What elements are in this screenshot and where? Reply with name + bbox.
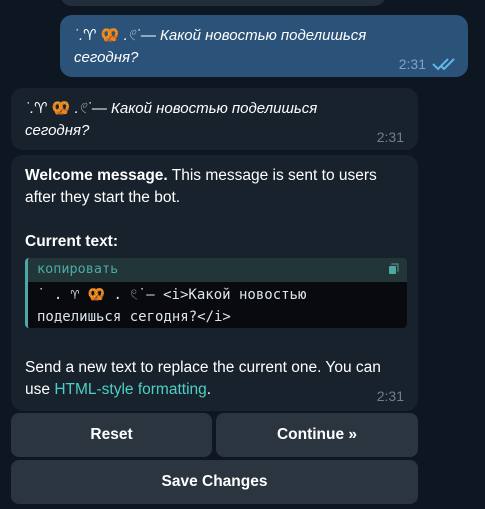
instruction-text: Send a new text to replace the current o…	[25, 357, 405, 401]
code-line-1: ˙ . ♈ 🥨 . 𓏲˙— <i>Какой новостью	[37, 284, 407, 306]
current-text-label: Current text:	[25, 233, 119, 250]
copy-icon[interactable]	[387, 262, 401, 276]
code-block[interactable]: копировать ˙ . ♈ 🥨 . 𓏲˙— <i>Какой новост…	[25, 258, 407, 328]
reset-button[interactable]: Reset	[11, 413, 212, 457]
code-content: ˙ . ♈ 🥨 . 𓏲˙— <i>Какой новостью поделишь…	[28, 282, 407, 328]
outgoing-message-text: ˙.♈ 🥨 .𓏲˙— Какой новостью поделишься сег…	[74, 25, 404, 69]
decor-suffix: .𓏲˙—	[123, 27, 156, 44]
pretzel-emoji: 🥨	[87, 287, 106, 303]
decor-suffix: .𓏲˙—	[74, 100, 107, 117]
code-decor-prefix: ˙ . ♈	[37, 287, 80, 303]
bot-echo-text: ˙.♈ 🥨 .𓏲˙— Какой новостью поделишься сег…	[25, 98, 355, 142]
save-changes-button[interactable]: Save Changes	[11, 460, 418, 504]
html-formatting-link[interactable]: HTML-style formatting	[54, 381, 206, 398]
message-time: 2:31	[376, 388, 404, 404]
message-time: 2:31	[398, 56, 426, 72]
continue-button[interactable]: Continue »	[216, 413, 418, 457]
welcome-heading: Welcome message.	[25, 167, 168, 184]
bot-welcome-message[interactable]: Welcome message. This message is sent to…	[11, 155, 418, 411]
message-time: 2:31	[376, 129, 404, 145]
pretzel-emoji: 🥨	[51, 100, 71, 117]
previous-message-bubble	[60, 0, 386, 6]
code-line-2: поделишься сегодня?</i>	[37, 309, 231, 325]
bot-echo-message[interactable]: ˙.♈ 🥨 .𓏲˙— Какой новостью поделишься сег…	[11, 88, 418, 150]
code-line-1-text: . 𓏲˙— <i>Какой новостью	[113, 287, 307, 303]
decor-prefix: ˙.♈	[25, 100, 48, 117]
welcome-description: Welcome message. This message is sent to…	[25, 165, 405, 209]
code-block-header[interactable]: копировать	[28, 258, 407, 282]
double-check-icon	[432, 58, 455, 71]
instruction-text-end: .	[206, 381, 212, 398]
decor-prefix: ˙.♈	[74, 27, 97, 44]
code-copy-label[interactable]: копировать	[37, 261, 118, 277]
outgoing-message[interactable]: ˙.♈ 🥨 .𓏲˙— Какой новостью поделишься сег…	[60, 15, 468, 77]
pretzel-emoji: 🥨	[100, 27, 120, 44]
